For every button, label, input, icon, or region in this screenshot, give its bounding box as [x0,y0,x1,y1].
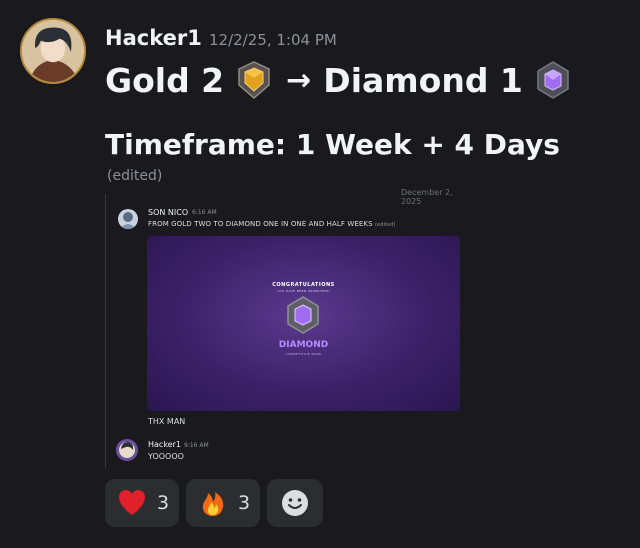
embed-reply-text: YOOOOO [148,452,184,461]
reaction-fire[interactable]: 3 [186,479,260,527]
message-timestamp: 12/2/25, 1:04 PM [209,31,337,49]
to-rank: Diamond 1 [323,60,523,100]
reaction-count: 3 [238,492,251,514]
promotion-image: CONGRATULATIONS YOU HAVE BEEN PROMOTED! … [147,236,460,411]
rank-heading: Gold 2 → Diamond 1 [105,58,573,102]
embedded-screenshot[interactable]: December 2, 2025 SON NICO 6:16 AM FROM G… [105,188,475,468]
add-reaction-button[interactable] [267,479,323,527]
embed-date: December 2, 2025 [401,188,453,206]
reaction-heart[interactable]: 3 [105,479,179,527]
arrow-text: → [286,62,312,98]
promo-rank-sub: COMPETITIVE RANK [285,352,322,356]
embed-thx-text: THX MAN [148,417,186,426]
user-avatar[interactable] [20,18,86,84]
message-author[interactable]: Hacker1 [105,26,202,50]
embed-reply-time: 9:16 AM [184,442,209,449]
timeframe-text: Timeframe: 1 Week + 4 Days [105,128,560,161]
fire-icon [198,488,228,518]
promo-rank: DIAMOND [278,340,329,350]
promo-title: CONGRATULATIONS [272,282,335,288]
reaction-count: 3 [157,492,170,514]
embed-edited: (edited) [375,222,396,228]
embed-reply-author: Hacker1 [148,440,181,449]
embed-message-body: FROM GOLD TWO TO DIAMOND ONE IN ONE AND … [148,220,373,228]
embed-author-son-nico: SON NICO [148,208,189,217]
diamond-badge-icon [284,296,322,334]
gold-rank-icon [234,60,274,100]
son-nico-avatar [118,209,138,229]
diamond-rank-icon [533,60,573,100]
hacker1-small-avatar [116,439,138,461]
embed-message-text: FROM GOLD TWO TO DIAMOND ONE IN ONE AND … [148,220,396,228]
promo-subtitle: YOU HAVE BEEN PROMOTED! [277,289,330,293]
heart-icon [117,488,147,518]
embed-time: 6:16 AM [192,209,217,216]
smiley-icon [280,488,310,518]
edited-label: (edited) [107,168,163,184]
from-rank: Gold 2 [105,60,225,100]
